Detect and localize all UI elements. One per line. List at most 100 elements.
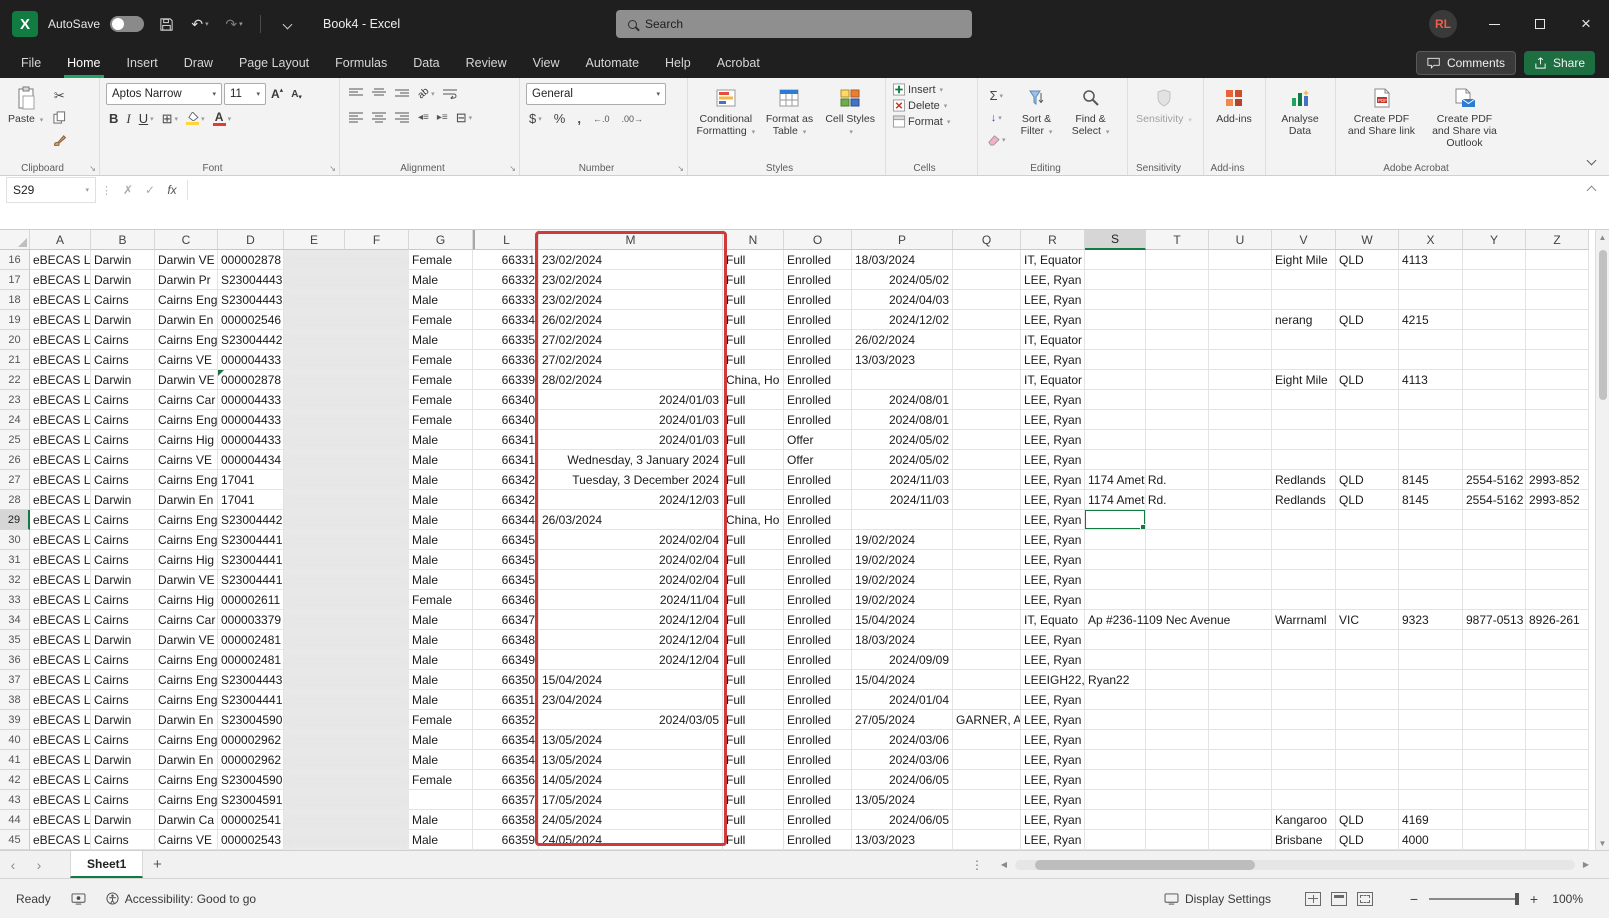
cell-D44[interactable]: 000002541 [218, 810, 284, 830]
cell-F40[interactable] [345, 730, 409, 750]
cell-B26[interactable]: Cairns [91, 450, 155, 470]
cell-A39[interactable]: eBECAS La [30, 710, 91, 730]
cell-N32[interactable]: Full [723, 570, 784, 590]
row-header-38[interactable]: 38 [0, 690, 30, 710]
font-dialog-launcher[interactable]: ↘ [329, 164, 336, 173]
cell-R29[interactable]: LEE, Ryan [1021, 510, 1085, 530]
align-middle-button[interactable] [369, 83, 390, 104]
cell-G27[interactable]: Male [409, 470, 473, 490]
cell-Y30[interactable] [1463, 530, 1526, 550]
cell-E31[interactable] [284, 550, 345, 570]
next-sheet-icon[interactable]: › [26, 857, 52, 873]
cell-U26[interactable] [1209, 450, 1272, 470]
cell-A41[interactable]: eBECAS La [30, 750, 91, 770]
cell-D25[interactable]: 000004433 [218, 430, 284, 450]
cell-B25[interactable]: Cairns [91, 430, 155, 450]
cell-C34[interactable]: Cairns Car [155, 610, 218, 630]
cell-R30[interactable]: LEE, Ryan [1021, 530, 1085, 550]
cell-R32[interactable]: LEE, Ryan [1021, 570, 1085, 590]
tab-insert[interactable]: Insert [114, 48, 171, 78]
cell-W22[interactable]: QLD [1336, 370, 1399, 390]
cell-Y32[interactable] [1463, 570, 1526, 590]
cell-B38[interactable]: Cairns [91, 690, 155, 710]
cell-M29[interactable]: 26/03/2024 [539, 510, 723, 530]
cell-T37[interactable] [1146, 670, 1209, 690]
cell-W18[interactable] [1336, 290, 1399, 310]
column-header-D[interactable]: D [218, 230, 284, 250]
cell-U39[interactable] [1209, 710, 1272, 730]
cell-N39[interactable]: Full [723, 710, 784, 730]
cell-S20[interactable] [1085, 330, 1146, 350]
cell-U45[interactable] [1209, 830, 1272, 850]
cell-A40[interactable]: eBECAS La [30, 730, 91, 750]
cell-S29[interactable] [1085, 510, 1146, 530]
cell-W36[interactable] [1336, 650, 1399, 670]
cell-E45[interactable] [284, 830, 345, 850]
cell-D29[interactable]: S23004442 [218, 510, 284, 530]
cell-A18[interactable]: eBECAS La [30, 290, 91, 310]
cell-Q39[interactable]: GARNER, A [953, 710, 1021, 730]
cell-A31[interactable]: eBECAS La [30, 550, 91, 570]
cell-W44[interactable]: QLD [1336, 810, 1399, 830]
cell-P36[interactable]: 2024/09/09 [852, 650, 953, 670]
cell-C28[interactable]: Darwin En [155, 490, 218, 510]
cell-Y28[interactable]: 2554-5162 [1463, 490, 1526, 510]
cell-R44[interactable]: LEE, Ryan [1021, 810, 1085, 830]
cell-S17[interactable] [1085, 270, 1146, 290]
cell-W19[interactable]: QLD [1336, 310, 1399, 330]
cell-C24[interactable]: Cairns Eng [155, 410, 218, 430]
cell-F22[interactable] [345, 370, 409, 390]
cell-E24[interactable] [284, 410, 345, 430]
cell-O24[interactable]: Enrolled [784, 410, 852, 430]
cell-F20[interactable] [345, 330, 409, 350]
cell-G40[interactable]: Male [409, 730, 473, 750]
cell-N26[interactable]: Full [723, 450, 784, 470]
cell-B19[interactable]: Darwin [91, 310, 155, 330]
create-pdf-outlook-button[interactable]: Create PDF and Share via Outlook [1425, 83, 1504, 152]
cell-V17[interactable] [1272, 270, 1336, 290]
cell-Z38[interactable] [1526, 690, 1589, 710]
cell-X42[interactable] [1399, 770, 1463, 790]
tab-automate[interactable]: Automate [573, 48, 653, 78]
font-size-combo[interactable]: 11▾ [224, 83, 266, 105]
cell-Q29[interactable] [953, 510, 1021, 530]
cell-Y39[interactable] [1463, 710, 1526, 730]
cell-W27[interactable]: QLD [1336, 470, 1399, 490]
cell-S45[interactable] [1085, 830, 1146, 850]
row-header-26[interactable]: 26 [0, 450, 30, 470]
cell-U41[interactable] [1209, 750, 1272, 770]
cell-Z44[interactable] [1526, 810, 1589, 830]
cell-V16[interactable]: Eight Mile [1272, 250, 1336, 270]
maximize-button[interactable] [1517, 0, 1563, 48]
cell-U33[interactable] [1209, 590, 1272, 610]
cell-G36[interactable]: Male [409, 650, 473, 670]
orientation-button[interactable]: ab▾ [415, 83, 438, 104]
cell-O32[interactable]: Enrolled [784, 570, 852, 590]
addins-button[interactable]: Add-ins [1210, 83, 1258, 128]
cell-R45[interactable]: LEE, Ryan [1021, 830, 1085, 850]
row-header-28[interactable]: 28 [0, 490, 30, 510]
row-header-37[interactable]: 37 [0, 670, 30, 690]
autosave-toggle[interactable] [110, 16, 144, 32]
cell-O41[interactable]: Enrolled [784, 750, 852, 770]
cell-B45[interactable]: Cairns [91, 830, 155, 850]
cell-Y22[interactable] [1463, 370, 1526, 390]
display-settings-button[interactable]: Display Settings [1154, 892, 1281, 906]
cell-R27[interactable]: LEE, Ryan [1021, 470, 1085, 490]
cell-W38[interactable] [1336, 690, 1399, 710]
cell-T45[interactable] [1146, 830, 1209, 850]
cell-D30[interactable]: S23004441 [218, 530, 284, 550]
cell-Y35[interactable] [1463, 630, 1526, 650]
format-painter-button[interactable] [49, 129, 69, 150]
cell-A24[interactable]: eBECAS La [30, 410, 91, 430]
cell-O17[interactable]: Enrolled [784, 270, 852, 290]
cell-Z28[interactable]: 2993-852 [1526, 490, 1589, 510]
cell-O20[interactable]: Enrolled [784, 330, 852, 350]
cell-A27[interactable]: eBECAS La [30, 470, 91, 490]
cell-G43[interactable] [409, 790, 473, 810]
sensitivity-button[interactable]: Sensitivity ▾ [1134, 83, 1194, 128]
cell-M24[interactable]: 2024/01/03 [539, 410, 723, 430]
cell-E18[interactable] [284, 290, 345, 310]
cell-Q44[interactable] [953, 810, 1021, 830]
percent-style-button[interactable]: % [551, 108, 569, 129]
